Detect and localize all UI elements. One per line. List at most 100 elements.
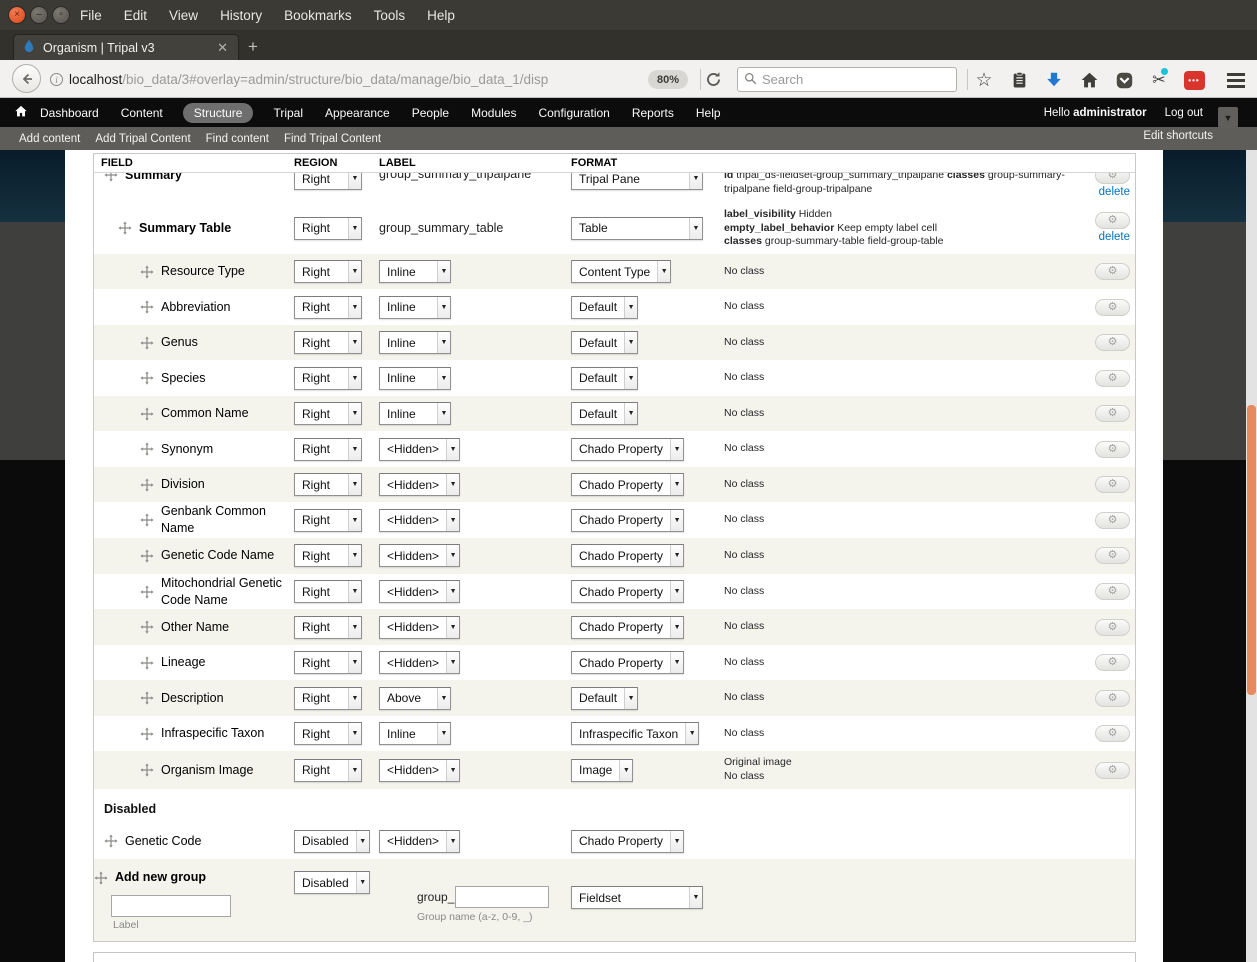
drag-handle-icon[interactable]: [140, 336, 154, 350]
shortcut-link-find-content[interactable]: Find content: [206, 133, 269, 145]
label-select[interactable]: Inline▼: [379, 402, 451, 425]
format-select[interactable]: Chado Property▼: [571, 651, 684, 674]
drag-handle-icon[interactable]: [140, 763, 154, 777]
region-select[interactable]: Right▼: [294, 438, 362, 461]
region-select[interactable]: Right▼: [294, 367, 362, 390]
settings-gear-button[interactable]: ⚙: [1095, 619, 1130, 636]
pocket-icon[interactable]: [1113, 70, 1135, 90]
format-select[interactable]: Default▼: [571, 402, 638, 425]
site-info-icon[interactable]: i: [50, 73, 63, 86]
search-input[interactable]: [762, 72, 950, 87]
toolbar-home-icon[interactable]: [14, 105, 28, 121]
zoom-level-badge[interactable]: 80%: [648, 70, 688, 89]
toolbar-item-appearance[interactable]: Appearance: [323, 103, 392, 123]
drag-handle-icon[interactable]: [104, 834, 118, 848]
delete-link[interactable]: delete: [1099, 231, 1130, 243]
logout-link[interactable]: Log out: [1165, 107, 1203, 119]
bookmark-star-icon[interactable]: ☆: [973, 70, 995, 90]
region-select[interactable]: Right▼: [294, 296, 362, 319]
screenshot-scissors-icon[interactable]: ✂: [1148, 70, 1170, 90]
settings-gear-button[interactable]: ⚙: [1095, 547, 1130, 564]
label-select[interactable]: <Hidden>▼: [379, 580, 460, 603]
region-select[interactable]: Right▼: [294, 509, 362, 532]
search-box[interactable]: [737, 67, 957, 92]
format-select[interactable]: Default▼: [571, 367, 638, 390]
tab-close-icon[interactable]: ✕: [215, 41, 230, 54]
region-select[interactable]: Right▼: [294, 651, 362, 674]
settings-gear-button[interactable]: ⚙: [1095, 725, 1130, 742]
format-select[interactable]: Fieldset▼: [571, 886, 703, 909]
drag-handle-icon[interactable]: [140, 478, 154, 492]
settings-gear-button[interactable]: ⚙: [1095, 334, 1130, 351]
drag-handle-icon[interactable]: [140, 620, 154, 634]
delete-link[interactable]: delete: [1099, 186, 1130, 198]
drag-handle-icon[interactable]: [140, 727, 154, 741]
settings-gear-button[interactable]: ⚙: [1095, 370, 1130, 387]
drag-handle-icon[interactable]: [140, 371, 154, 385]
menu-item-history[interactable]: History: [215, 6, 267, 25]
shortcut-link-add-tripal-content[interactable]: Add Tripal Content: [95, 133, 190, 145]
settings-gear-button[interactable]: ⚙: [1095, 583, 1130, 600]
settings-gear-button[interactable]: ⚙: [1095, 299, 1130, 316]
region-select[interactable]: Right▼: [294, 402, 362, 425]
label-select[interactable]: Inline▼: [379, 260, 451, 283]
back-button[interactable]: [12, 64, 41, 93]
drag-handle-icon[interactable]: [118, 221, 132, 235]
format-select[interactable]: Tripal Pane▼: [571, 173, 703, 190]
region-select[interactable]: Right▼: [294, 616, 362, 639]
settings-gear-button[interactable]: ⚙: [1095, 173, 1130, 184]
url-bar[interactable]: localhost/bio_data/3#overlay=admin/struc…: [69, 72, 627, 87]
region-select[interactable]: Right▼: [294, 173, 362, 190]
toolbar-item-people[interactable]: People: [410, 103, 451, 123]
drag-handle-icon[interactable]: [140, 265, 154, 279]
format-select[interactable]: Table▼: [571, 217, 703, 240]
label-select[interactable]: Inline▼: [379, 296, 451, 319]
scrollbar-thumb[interactable]: [1247, 405, 1256, 695]
shortcut-link-find-tripal-content[interactable]: Find Tripal Content: [284, 133, 381, 145]
bookmarks-sidebar-icon[interactable]: [1008, 70, 1030, 90]
password-manager-icon[interactable]: •••: [1183, 70, 1205, 90]
settings-gear-button[interactable]: ⚙: [1095, 263, 1130, 280]
toolbar-item-reports[interactable]: Reports: [630, 103, 676, 123]
format-select[interactable]: Chado Property▼: [571, 580, 684, 603]
region-select[interactable]: Right▼: [294, 687, 362, 710]
drag-handle-icon[interactable]: [140, 656, 154, 670]
region-select[interactable]: Right▼: [294, 544, 362, 567]
format-select[interactable]: Default▼: [571, 296, 638, 319]
settings-gear-button[interactable]: ⚙: [1095, 690, 1130, 707]
label-select[interactable]: Inline▼: [379, 367, 451, 390]
format-select[interactable]: Chado Property▼: [571, 509, 684, 532]
drag-handle-icon[interactable]: [140, 513, 154, 527]
reload-button[interactable]: [705, 71, 722, 91]
menu-item-file[interactable]: File: [75, 6, 107, 25]
format-select[interactable]: Chado Property▼: [571, 544, 684, 567]
menu-item-tools[interactable]: Tools: [369, 6, 411, 25]
toolbar-item-structure[interactable]: Structure: [183, 103, 254, 123]
toolbar-item-tripal[interactable]: Tripal: [271, 103, 305, 123]
region-select[interactable]: Disabled▼: [294, 871, 370, 894]
toolbar-item-dashboard[interactable]: Dashboard: [38, 103, 101, 123]
label-select[interactable]: <Hidden>▼: [379, 616, 460, 639]
downloads-icon[interactable]: [1043, 70, 1065, 90]
group-machine-name-input[interactable]: [455, 886, 549, 908]
label-select[interactable]: Inline▼: [379, 722, 451, 745]
menu-item-help[interactable]: Help: [422, 6, 460, 25]
format-select[interactable]: Default▼: [571, 331, 638, 354]
region-select[interactable]: Right▼: [294, 260, 362, 283]
drag-handle-icon[interactable]: [140, 691, 154, 705]
region-select[interactable]: Right▼: [294, 331, 362, 354]
window-close-button[interactable]: ×: [8, 6, 26, 24]
drag-handle-icon[interactable]: [140, 300, 154, 314]
settings-gear-button[interactable]: ⚙: [1095, 441, 1130, 458]
new-tab-button[interactable]: +: [248, 38, 258, 55]
menu-item-bookmarks[interactable]: Bookmarks: [279, 6, 357, 25]
format-select[interactable]: Chado Property▼: [571, 616, 684, 639]
edit-shortcuts-link[interactable]: Edit shortcuts: [1143, 130, 1213, 142]
format-select[interactable]: Content Type▼: [571, 260, 671, 283]
toolbar-dropdown-toggle[interactable]: ▼: [1218, 107, 1238, 128]
region-select[interactable]: Right▼: [294, 759, 362, 782]
label-select[interactable]: <Hidden>▼: [379, 759, 460, 782]
toolbar-item-content[interactable]: Content: [119, 103, 165, 123]
window-minimize-button[interactable]: –: [30, 6, 48, 24]
drag-handle-icon[interactable]: [140, 549, 154, 563]
